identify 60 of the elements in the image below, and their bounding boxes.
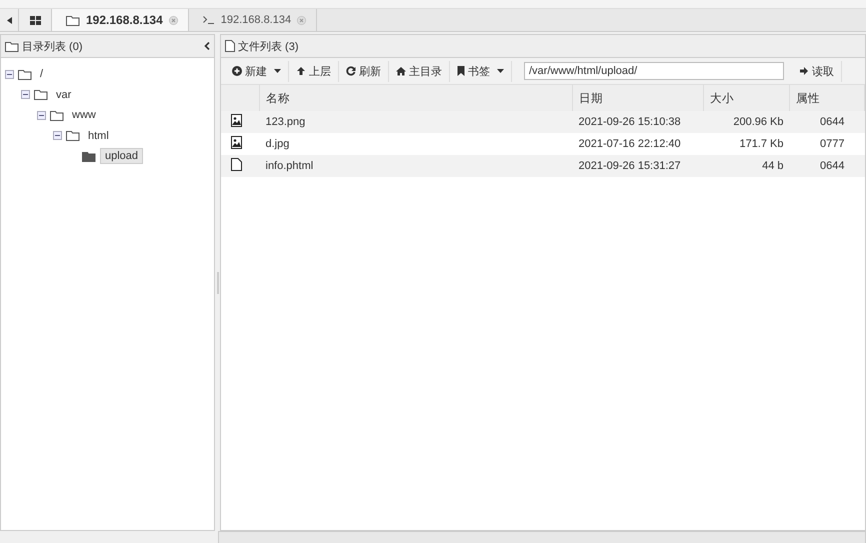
collapse-icon[interactable] [37,110,46,120]
grid-icon[interactable] [30,16,40,24]
panel-title: 目录列表 (0) [22,40,84,54]
path-field[interactable]: /var/www/html/upload/ [524,62,784,80]
folder-label[interactable]: / [36,67,48,82]
column-header[interactable]: 属性 [790,85,864,111]
folder-label[interactable]: upload [100,148,144,164]
file-icon [225,40,235,52]
right-arrow-icon [799,66,809,76]
up-arrow-icon [296,66,306,76]
permission-cell: 0777 [790,133,864,155]
terminal-icon [202,16,215,24]
column-header[interactable]: 名称 [260,85,572,111]
date-cell: 2021-07-16 22:12:40 [572,133,704,155]
folder-icon [66,14,80,26]
close-icon[interactable] [168,16,178,24]
folder-icon [5,40,19,52]
tab[interactable]: 192.168.8.134 [52,9,189,31]
toolbar-button[interactable]: 主目录 [389,60,450,82]
left-arrow-icon[interactable] [6,16,12,24]
refresh-icon [346,66,356,76]
collapse-left-icon[interactable] [204,42,210,50]
collapse-icon[interactable] [53,131,62,140]
splitter-handle-icon[interactable] [216,272,218,294]
size-cell: 44 b [704,155,790,177]
toolbar-button[interactable]: 上层 [289,60,339,82]
caret-icon [274,69,281,73]
toolbar-button[interactable]: 刷新 [339,60,389,82]
column-header[interactable]: 大小 [704,85,790,111]
panel-title: 文件列表 (3) [238,40,300,54]
toolbar-button[interactable]: 书签 [450,60,512,82]
home-icon [396,66,406,76]
collapse-icon[interactable] [21,90,30,100]
date-cell: 2021-09-26 15:31:27 [572,155,704,177]
folder-label[interactable]: html [84,128,113,143]
toolbar-button[interactable]: 新建 [225,60,289,82]
permission-cell: 0644 [790,111,864,133]
folder-icon [66,130,80,142]
file-name[interactable]: info.phtml [260,155,572,177]
bookmark-icon [457,66,465,76]
caret-icon [497,69,504,73]
folder-icon [34,89,48,100]
image-file-icon [231,114,242,127]
size-cell: 171.7 Kb [704,133,790,155]
collapse-icon[interactable] [5,70,14,79]
folder-icon [50,110,64,121]
size-cell: 200.96 Kb [704,111,790,133]
folder-label[interactable]: www [68,108,100,122]
folder-label[interactable]: var [52,88,76,102]
file-name[interactable]: d.jpg [260,133,572,155]
image-file-icon [231,136,242,149]
file-name[interactable]: 123.png [260,111,572,133]
permission-cell: 0644 [790,155,864,177]
folder-icon [82,150,96,162]
plus-circle-icon [232,66,242,76]
folder-icon [18,68,32,80]
read-button[interactable]: 读取 [792,60,842,82]
file-icon [231,158,242,171]
column-header[interactable]: 日期 [572,85,704,111]
date-cell: 2021-09-26 15:10:38 [572,111,704,133]
